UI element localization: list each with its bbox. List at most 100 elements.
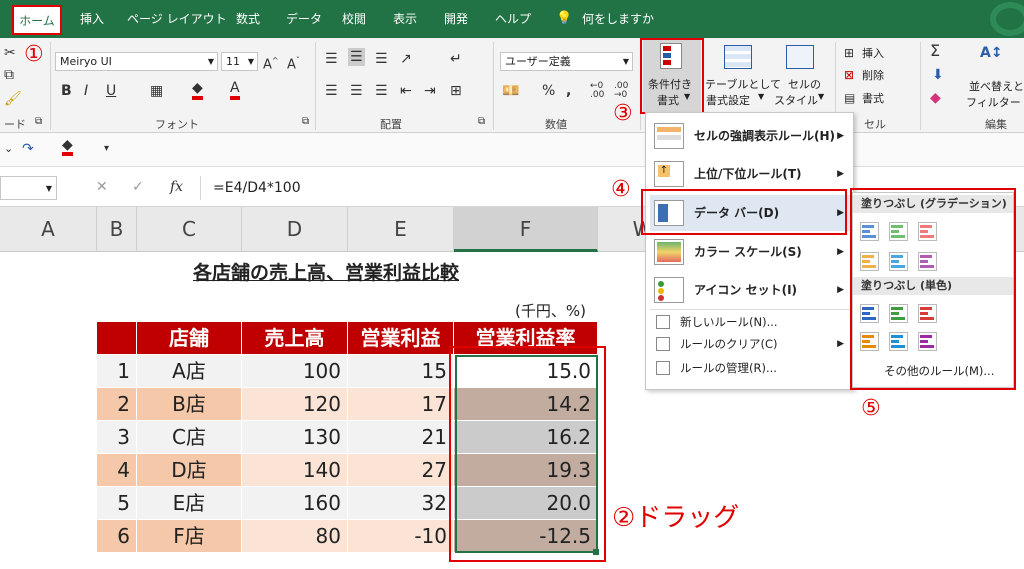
cut-icon[interactable]: ✂ [4, 44, 16, 62]
fill-color-icon[interactable]: ◆ [62, 138, 73, 156]
dialog-launcher-icon[interactable]: ⧉ [302, 113, 309, 131]
sort-filter-label-2[interactable]: フィルター [966, 94, 1021, 110]
table-cell-profit[interactable]: 21 [348, 421, 454, 454]
column-header-a[interactable]: A [0, 207, 97, 252]
font-color-icon[interactable]: A [230, 80, 240, 100]
column-header-d[interactable]: D [242, 207, 348, 252]
accounting-format-icon[interactable]: 💴 [502, 82, 519, 100]
merge-center-icon[interactable]: ⊞ [450, 82, 462, 100]
delete-label[interactable]: 削除 [862, 67, 884, 83]
align-middle-icon[interactable]: ☰ [348, 48, 365, 66]
align-center-icon[interactable]: ☰ [350, 82, 363, 100]
table-cell-no[interactable]: 1 [97, 355, 137, 388]
decrease-indent-icon[interactable]: ⇤ [400, 82, 412, 100]
format-as-table-icon[interactable] [724, 45, 752, 69]
underline-icon[interactable]: U [106, 82, 116, 100]
copy-icon[interactable]: ⧉ [4, 66, 14, 84]
tab-page-layout[interactable]: ページ レイアウト [127, 0, 227, 38]
table-cell-store[interactable]: C店 [137, 421, 242, 454]
tab-help[interactable]: ヘルプ [495, 0, 531, 38]
borders-icon[interactable]: ▦ [150, 82, 163, 100]
comma-style-icon[interactable]: , [566, 82, 571, 100]
table-cell-sales[interactable]: 100 [242, 355, 348, 388]
clear-icon[interactable]: ◆ [930, 89, 941, 107]
table-cell-sales[interactable]: 140 [242, 454, 348, 487]
align-right-icon[interactable]: ☰ [375, 82, 388, 100]
format-cells-icon[interactable]: ▤ [844, 89, 855, 107]
menu-item-top-bottom-rules[interactable]: ↑ 上位/下位ルール(T) ▶ [650, 156, 850, 192]
tab-formulas[interactable]: 数式 [236, 0, 260, 38]
wrap-text-icon[interactable]: ↵ [450, 50, 462, 68]
sort-filter-icon[interactable]: A↕ [980, 44, 1003, 62]
table-cell-profit[interactable]: 32 [348, 487, 454, 520]
table-cell-profit[interactable]: 15 [348, 355, 454, 388]
table-cell-no[interactable]: 2 [97, 388, 137, 421]
insert-cells-icon[interactable]: ⊞ [844, 44, 854, 62]
dialog-launcher-icon[interactable]: ⧉ [478, 113, 485, 131]
tell-me-search[interactable]: 何をしますか [582, 0, 654, 38]
dialog-launcher-icon[interactable]: ⧉ [35, 113, 42, 131]
increase-font-icon[interactable]: A^ [263, 52, 279, 74]
name-box[interactable]: ▼ [0, 176, 57, 200]
menu-item-color-scales[interactable]: カラー スケール(S) ▶ [650, 234, 850, 270]
table-cell-profit[interactable]: 17 [348, 388, 454, 421]
column-header-b[interactable]: B [97, 207, 137, 252]
table-cell-no[interactable]: 5 [97, 487, 137, 520]
format-painter-icon[interactable]: 🖌 [4, 90, 22, 108]
enter-icon[interactable]: ✓ [132, 178, 144, 196]
table-cell-no[interactable]: 4 [97, 454, 137, 487]
fill-color-icon[interactable]: ◆ [192, 80, 203, 100]
table-cell-profit[interactable]: 27 [348, 454, 454, 487]
table-cell-store[interactable]: D店 [137, 454, 242, 487]
menu-item-clear-rules[interactable]: ルールのクリア(C) ▶ [650, 333, 850, 355]
percent-icon[interactable]: % [542, 82, 555, 100]
insert-label[interactable]: 挿入 [862, 45, 884, 61]
sort-filter-label-1[interactable]: 並べ替えと [969, 78, 1024, 94]
cancel-icon[interactable]: ✕ [96, 178, 108, 196]
table-cell-store[interactable]: F店 [137, 520, 242, 553]
redo-icon[interactable]: ↷ [22, 140, 34, 158]
menu-item-new-rule[interactable]: 新しいルール(N)... [650, 311, 850, 333]
italic-icon[interactable]: I [84, 82, 88, 100]
tab-insert[interactable]: 挿入 [80, 0, 104, 38]
increase-decimal-icon[interactable]: ←0.00 [590, 82, 604, 100]
column-header-f[interactable]: F [454, 207, 598, 252]
tab-home[interactable]: ホーム [12, 5, 62, 35]
font-name-select[interactable]: Meiryo UI ▼ [55, 52, 218, 71]
table-cell-sales[interactable]: 130 [242, 421, 348, 454]
table-cell-sales[interactable]: 120 [242, 388, 348, 421]
tab-review[interactable]: 校閲 [342, 0, 366, 38]
fill-icon[interactable]: ⬇ [932, 66, 944, 84]
table-cell-no[interactable]: 6 [97, 520, 137, 553]
column-header-c[interactable]: C [137, 207, 242, 252]
tab-developer[interactable]: 開発 [444, 0, 468, 38]
menu-item-manage-rules[interactable]: ルールの管理(R)... [650, 357, 850, 379]
increase-indent-icon[interactable]: ⇥ [424, 82, 436, 100]
align-top-icon[interactable]: ☰ [325, 50, 338, 68]
orientation-icon[interactable]: ↗ [400, 50, 412, 68]
decrease-decimal-icon[interactable]: .00 →0 [614, 82, 628, 100]
column-header-e[interactable]: E [348, 207, 454, 252]
align-bottom-icon[interactable]: ☰ [375, 50, 388, 68]
decrease-font-icon[interactable]: Aˇ [287, 52, 300, 74]
table-cell-sales[interactable]: 80 [242, 520, 348, 553]
delete-cells-icon[interactable]: ⊠ [844, 66, 854, 84]
menu-item-icon-sets[interactable]: アイコン セット(I) ▶ [650, 272, 850, 308]
number-format-select[interactable]: ユーザー定義 ▼ [500, 52, 633, 71]
bold-icon[interactable]: B [61, 82, 72, 100]
tab-data[interactable]: データ [286, 0, 322, 38]
autosum-icon[interactable]: Σ [930, 42, 940, 60]
table-cell-sales[interactable]: 160 [242, 487, 348, 520]
table-cell-no[interactable]: 3 [97, 421, 137, 454]
menu-item-highlight-rules[interactable]: セルの強調表示ルール(H) ▶ [650, 118, 850, 154]
table-cell-store[interactable]: A店 [137, 355, 242, 388]
table-cell-store[interactable]: B店 [137, 388, 242, 421]
tab-view[interactable]: 表示 [393, 0, 417, 38]
customize-qat-icon[interactable]: ▾ [104, 140, 109, 158]
font-size-select[interactable]: 11 ▼ [221, 52, 258, 71]
format-label[interactable]: 書式 [862, 90, 884, 106]
table-cell-profit[interactable]: -10 [348, 520, 454, 553]
undo-dropdown-icon[interactable]: ⌄ [4, 140, 13, 158]
table-cell-store[interactable]: E店 [137, 487, 242, 520]
cell-styles-icon[interactable] [786, 45, 814, 69]
